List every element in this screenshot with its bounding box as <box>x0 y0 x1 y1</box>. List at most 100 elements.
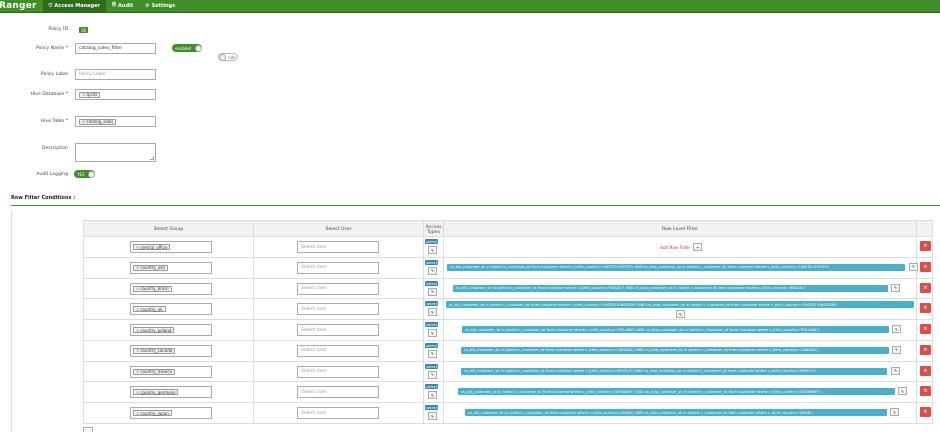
group-tag: × country_uk <box>133 306 166 313</box>
tag-label: central_office <box>140 244 168 250</box>
delete-row-button[interactable]: × <box>920 241 931 251</box>
group-tag: × country_germany <box>133 389 179 396</box>
edit-access-button[interactable]: ✎ <box>428 246 437 254</box>
select-user-input[interactable]: Select User <box>297 303 379 316</box>
table-row: × country_canada Select User select ✎ cs_bill… <box>83 340 933 362</box>
close-icon: × <box>923 284 928 291</box>
remove-icon[interactable]: × <box>136 328 139 333</box>
edit-access-button[interactable]: ✎ <box>428 370 437 379</box>
edit-access-button[interactable]: ✎ <box>428 287 437 296</box>
enabled-toggle[interactable]: enabled <box>172 44 202 52</box>
close-icon: × <box>923 409 928 415</box>
edit-access-button[interactable]: ✎ <box>428 391 437 400</box>
select-group-input[interactable]: × country_uk <box>130 303 212 316</box>
edit-access-button[interactable]: ✎ <box>428 349 437 358</box>
policy-name-input[interactable]: catalog_sales_filter <box>75 43 156 54</box>
remove-icon[interactable]: × <box>136 286 139 291</box>
delete-row-button[interactable]: × <box>920 407 931 417</box>
access-type-badge: select <box>425 322 439 327</box>
plus-icon[interactable]: + <box>693 243 703 251</box>
edit-access-button[interactable]: ✎ <box>428 266 437 275</box>
delete-row-button[interactable]: × <box>920 303 931 314</box>
edit-filter-button[interactable]: ✎ <box>892 345 901 354</box>
edit-filter-button[interactable]: ✎ <box>676 310 685 319</box>
select-group-input[interactable]: × central_office <box>130 241 212 253</box>
brand-logo[interactable]: Ranger <box>0 1 37 11</box>
delete-row-button[interactable]: × <box>920 324 931 334</box>
delete-row-button[interactable]: × <box>920 386 931 397</box>
select-group-input[interactable]: × country_germany <box>130 386 212 399</box>
hive-table-input[interactable]: × catalog_sales <box>75 116 156 127</box>
delete-row-button[interactable]: × <box>920 282 931 293</box>
hive-table-label: Hive Table * <box>40 119 68 124</box>
select-user-input[interactable]: Select User <box>297 407 379 419</box>
close-icon: × <box>923 326 928 332</box>
panel-border <box>11 210 12 432</box>
select-user-input[interactable]: Select User <box>297 261 379 274</box>
tag-label: country_germany <box>140 389 176 395</box>
delete-row-button[interactable]: × <box>920 344 931 355</box>
remove-icon[interactable]: × <box>136 390 139 395</box>
remove-icon[interactable]: × <box>136 245 139 250</box>
remove-icon[interactable]: × <box>136 265 139 270</box>
policy-label-input[interactable]: Policy Label <box>75 69 156 80</box>
select-group-input[interactable]: × country_poland <box>130 324 212 336</box>
tag-label: country_mexico <box>140 369 173 374</box>
select-user-input[interactable]: Select User <box>297 344 379 357</box>
group-tag: × country_brazil <box>133 285 172 292</box>
add-row-filter-link[interactable]: Add Row Filter + <box>660 243 703 251</box>
remove-icon[interactable]: × <box>136 369 139 374</box>
edit-filter-button[interactable]: ✎ <box>891 366 900 375</box>
remove-icon[interactable]: × <box>136 307 139 312</box>
toggle-knob <box>88 170 95 178</box>
table-row: × country_usa Select User select ✎ cs_bill_cu… <box>83 257 933 279</box>
select-user-input[interactable]: Select User <box>297 282 379 295</box>
edit-filter-button[interactable]: ✎ <box>892 325 901 333</box>
nav-access-manager[interactable]: ⛉ Access Manager <box>42 0 106 13</box>
select-user-input[interactable]: Select User <box>297 324 379 336</box>
select-user-input[interactable]: Select User <box>297 386 379 399</box>
hive-database-input[interactable]: × tpcds <box>75 89 156 100</box>
group-tag: × country_poland <box>133 327 175 333</box>
shield-icon: ⛉ <box>48 3 53 9</box>
pencil-icon: ✎ <box>430 309 435 315</box>
edit-filter-button[interactable]: ✎ <box>909 262 918 271</box>
select-group-input[interactable]: × country_japan <box>130 407 212 419</box>
select-group-input[interactable]: × country_mexico <box>130 365 212 378</box>
edit-filter-button[interactable]: ✎ <box>891 283 900 292</box>
edit-filter-button[interactable]: ✎ <box>890 408 899 416</box>
remove-icon[interactable]: × <box>136 348 139 353</box>
nav-settings[interactable]: ⚙ Settings <box>139 0 181 13</box>
pencil-icon: ✎ <box>894 326 899 332</box>
pencil-icon: ✎ <box>430 372 435 377</box>
header-row-level-filter: Row Level Filter <box>444 221 917 238</box>
select-group-input[interactable]: × country_canada <box>130 344 212 357</box>
row-filter-expression: cs_bill_customer_sk in (select c_custome… <box>465 409 887 416</box>
edit-filter-button[interactable]: ✎ <box>898 387 907 396</box>
toggle-knob <box>195 44 202 52</box>
add-row-button[interactable] <box>83 427 93 432</box>
select-group-input[interactable]: × country_brazil <box>130 282 212 295</box>
pencil-icon: ✎ <box>900 388 905 394</box>
description-textarea[interactable] <box>75 143 156 162</box>
remove-icon[interactable]: × <box>82 92 85 97</box>
description-label: Description <box>41 146 68 151</box>
table-row: × country_brazil Select User select ✎ cs_bill… <box>83 278 933 300</box>
tag-label: tpcds <box>86 92 98 97</box>
audit-logging-toggle[interactable]: YES <box>74 170 95 178</box>
select-user-input[interactable]: Select User <box>297 241 379 253</box>
delete-row-button[interactable]: × <box>920 365 931 376</box>
nav-audit[interactable]: 🗎 Audit <box>106 0 139 13</box>
remove-icon[interactable]: × <box>82 119 85 124</box>
group-tag: × country_mexico <box>133 368 176 375</box>
header-access-types: Access Types <box>424 221 444 238</box>
edit-access-button[interactable]: ✎ <box>428 412 437 420</box>
override-toggle[interactable]: ride <box>218 53 238 61</box>
override-label: ride <box>228 54 236 60</box>
select-user-input[interactable]: Select User <box>297 365 379 378</box>
delete-row-button[interactable]: × <box>920 261 931 272</box>
select-group-input[interactable]: × country_usa <box>130 261 212 274</box>
edit-access-button[interactable]: ✎ <box>428 329 437 337</box>
remove-icon[interactable]: × <box>136 411 139 416</box>
edit-access-button[interactable]: ✎ <box>428 308 437 317</box>
